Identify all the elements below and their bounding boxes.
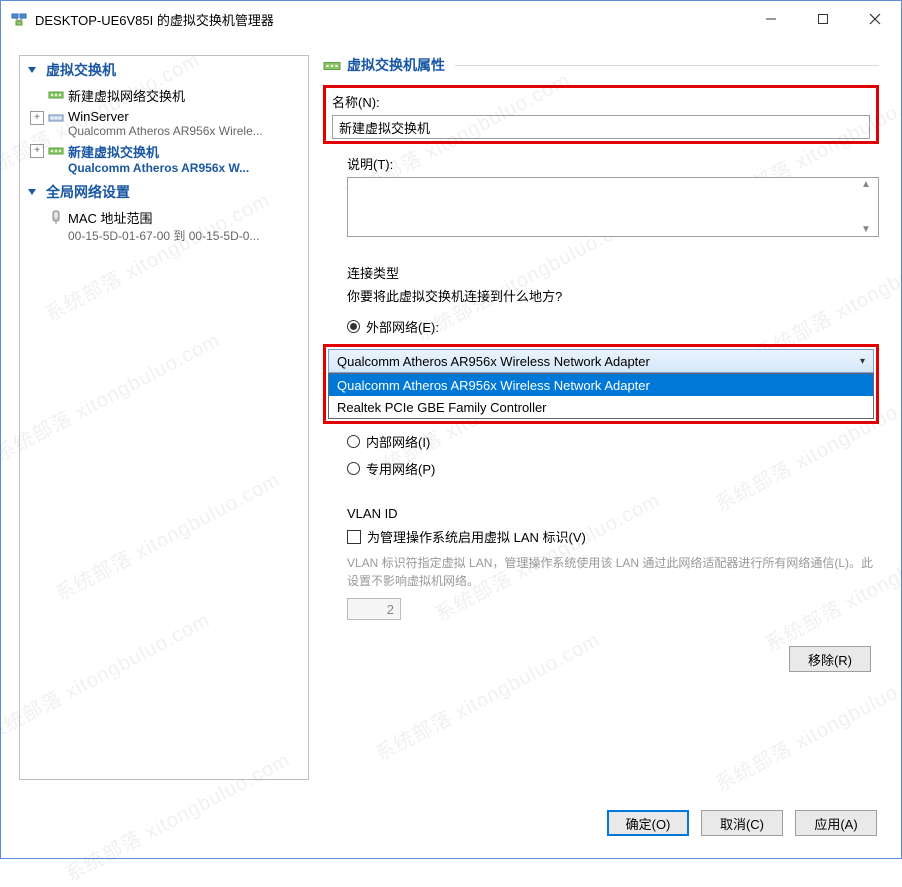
tree-section-label: 全局网络设置 bbox=[46, 182, 130, 202]
vlan-description: VLAN 标识符指定虚拟 LAN，管理操作系统使用该 LAN 通过此网络适配器进… bbox=[347, 554, 879, 590]
right-pane: 虚拟交换机属性 名称(N): 说明(T): ▲▼ bbox=[319, 55, 883, 780]
tree-item-label: 新建虚拟交换机 bbox=[68, 142, 304, 161]
tree-item-sublabel: 00-15-5D-01-67-00 到 00-15-5D-0... bbox=[68, 227, 304, 244]
tree-item-sublabel: Qualcomm Atheros AR956x Wirele... bbox=[68, 124, 304, 138]
tree-section-label: 虚拟交换机 bbox=[46, 60, 116, 80]
name-label: 名称(N): bbox=[332, 92, 870, 111]
adapter-dropdown-list: Qualcomm Atheros AR956x Wireless Network… bbox=[328, 373, 874, 419]
vlan-checkbox-row[interactable]: 为管理操作系统启用虚拟 LAN 标识(V) bbox=[347, 527, 879, 546]
connection-type-question: 你要将此虚拟交换机连接到什么地方? bbox=[347, 286, 879, 305]
vlan-id-input bbox=[347, 598, 401, 620]
tree-item-new-switch[interactable]: 新建虚拟网络交换机 bbox=[20, 84, 308, 107]
description-textarea[interactable] bbox=[347, 177, 879, 237]
tree-section-virtual-switches[interactable]: 虚拟交换机 bbox=[20, 56, 308, 84]
radio-icon bbox=[347, 462, 360, 475]
apply-button[interactable]: 应用(A) bbox=[795, 810, 877, 836]
tree-item-mac-range[interactable]: MAC 地址范围 00-15-5D-01-67-00 到 00-15-5D-0.… bbox=[20, 206, 308, 246]
radio-icon bbox=[347, 320, 360, 333]
switch-icon bbox=[48, 110, 64, 126]
chevron-down-icon: ▾ bbox=[860, 356, 865, 367]
tree-item-winserver[interactable]: + WinServer Qualcomm Atheros AR956x Wire… bbox=[20, 107, 308, 140]
cancel-button[interactable]: 取消(C) bbox=[701, 810, 783, 836]
properties-header: 虚拟交换机属性 bbox=[323, 55, 879, 81]
tree-item-sublabel: Qualcomm Atheros AR956x W... bbox=[68, 161, 304, 175]
tree-section-global-settings[interactable]: 全局网络设置 bbox=[20, 178, 308, 206]
tree-item-label: 新建虚拟网络交换机 bbox=[68, 86, 304, 105]
adapter-combobox[interactable]: Qualcomm Atheros AR956x Wireless Network… bbox=[328, 349, 874, 419]
switch-icon bbox=[48, 143, 64, 159]
minimize-button[interactable] bbox=[745, 1, 797, 37]
remove-button[interactable]: 移除(R) bbox=[789, 646, 871, 672]
maximize-button[interactable] bbox=[797, 1, 849, 37]
adapter-highlight-box: Qualcomm Atheros AR956x Wireless Network… bbox=[323, 344, 879, 424]
collapse-icon bbox=[24, 62, 40, 78]
close-button[interactable] bbox=[849, 1, 901, 37]
vlan-checkbox-label: 为管理操作系统启用虚拟 LAN 标识(V) bbox=[367, 527, 586, 546]
switch-icon bbox=[323, 57, 341, 75]
expand-icon[interactable]: + bbox=[30, 144, 44, 158]
tree-item-label: WinServer bbox=[68, 109, 304, 124]
dialog-footer: 确定(O) 取消(C) 应用(A) bbox=[1, 798, 901, 858]
collapse-icon bbox=[24, 184, 40, 200]
combo-option[interactable]: Realtek PCIe GBE Family Controller bbox=[329, 396, 873, 418]
radio-label: 外部网络(E): bbox=[366, 317, 439, 336]
textarea-scroll-arrows: ▲▼ bbox=[861, 179, 877, 235]
description-label: 说明(T): bbox=[347, 154, 879, 173]
radio-icon bbox=[347, 435, 360, 448]
checkbox-icon bbox=[347, 530, 361, 544]
titlebar: DESKTOP-UE6V85I 的虚拟交换机管理器 bbox=[1, 1, 901, 37]
vlan-header: VLAN ID bbox=[347, 506, 879, 521]
radio-label: 内部网络(I) bbox=[366, 432, 430, 451]
mac-icon bbox=[48, 209, 64, 225]
window-title: DESKTOP-UE6V85I 的虚拟交换机管理器 bbox=[35, 10, 274, 29]
left-pane: 虚拟交换机 新建虚拟网络交换机 + bbox=[19, 55, 309, 780]
name-input[interactable] bbox=[332, 115, 870, 139]
name-highlight-box: 名称(N): bbox=[323, 85, 879, 144]
combo-option[interactable]: Qualcomm Atheros AR956x Wireless Network… bbox=[329, 374, 873, 396]
radio-external[interactable]: 外部网络(E): bbox=[347, 317, 879, 336]
radio-label: 专用网络(P) bbox=[366, 459, 435, 478]
switch-icon bbox=[48, 87, 64, 103]
tree-item-selected-switch[interactable]: + 新建虚拟交换机 Qualcomm Atheros AR956x W... bbox=[20, 140, 308, 177]
connection-type-label: 连接类型 bbox=[347, 263, 879, 282]
tree-item-label: MAC 地址范围 bbox=[68, 208, 304, 227]
combo-selected-text: Qualcomm Atheros AR956x Wireless Network… bbox=[337, 354, 650, 369]
expand-icon[interactable]: + bbox=[30, 111, 44, 125]
ok-button[interactable]: 确定(O) bbox=[607, 810, 689, 836]
properties-header-label: 虚拟交换机属性 bbox=[347, 55, 445, 75]
radio-private[interactable]: 专用网络(P) bbox=[347, 459, 879, 478]
app-icon bbox=[11, 11, 27, 27]
radio-internal[interactable]: 内部网络(I) bbox=[347, 432, 879, 451]
